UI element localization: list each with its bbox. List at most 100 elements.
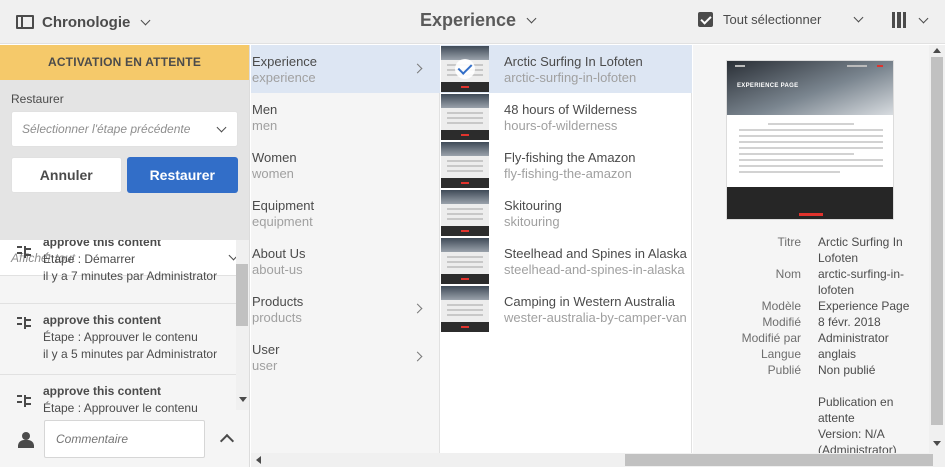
timeline-entry[interactable]: approve this content Étape : Approuver l… [0,305,236,375]
item-name: equipment [252,214,313,229]
timeline-scrollbar[interactable] [236,240,249,410]
timeline-list: approve this content Étape : Démarrer il… [0,240,236,425]
item-title: Men [252,102,278,117]
scroll-down-arrow-icon[interactable] [239,397,247,402]
cancel-button[interactable]: Annuler [11,157,122,193]
page-thumbnail[interactable] [441,94,489,140]
property-label: Modèle [761,299,801,313]
property-value: arctic-surfing-in-lofoten [818,267,905,297]
preview-scrollbar[interactable] [929,45,945,453]
item-title: Steelhead and Spines in Alaska [504,246,687,261]
column-item-equipment[interactable]: Equipment equipment [251,189,440,237]
item-title: Skitouring [504,198,562,213]
column-item-experience[interactable]: Experience experience [251,45,440,93]
top-toolbar: Chronologie Experience Tout sélectionner [0,0,945,44]
property-label: Modifié [762,315,801,329]
item-name: fly-fishing-the-amazon [504,166,632,181]
chevron-down-icon[interactable] [853,12,864,23]
item-name: men [252,118,278,133]
column-item-page[interactable]: Camping in Western Australia wester-aust… [441,285,692,333]
item-name: steelhead-and-spines-in-alaska [504,262,685,277]
column-item-page[interactable]: 48 hours of Wilderness hours-of-wilderne… [441,93,692,141]
workflow-icon [17,246,34,260]
preview-panel: EXPERIENCE PAGE Titre Arctic Surfing In … [693,45,929,457]
column-item-page[interactable]: Arctic Surfing In Lofoten arctic-surfing… [441,45,692,93]
scrollbar-thumb[interactable] [236,264,248,326]
scroll-left-arrow-icon[interactable] [256,456,261,464]
timeline-entry-title: approve this content [43,313,162,327]
column-item-women[interactable]: Women women [251,141,440,189]
chevron-up-icon[interactable] [219,433,235,449]
scrollbar-thumb[interactable] [625,454,933,466]
column-item-about-us[interactable]: About Us about-us [251,237,440,285]
breadcrumb-selector[interactable]: Experience [420,10,537,31]
chevron-down-icon [918,13,929,23]
scroll-up-arrow-icon[interactable] [933,48,941,53]
column-item-page[interactable]: Skitouring skitouring [441,189,692,237]
timeline-entry-step: Étape : Démarrer [43,252,136,266]
page-thumbnail[interactable] [441,190,489,236]
preview-hero-title: EXPERIENCE PAGE [737,83,799,89]
scrollbar-thumb[interactable] [931,57,943,425]
column-item-page[interactable]: Fly-fishing the Amazon fly-fishing-the-a… [441,141,692,189]
select-all-label: Tout sélectionner [723,12,822,27]
column-item-user[interactable]: User user [251,333,440,381]
timeline-entry-meta: il y a 5 minutes par Administrator [43,347,218,361]
column-root: Experience experience Men men Women wome… [251,45,440,453]
item-title: Fly-fishing the Amazon [504,150,636,165]
item-name: products [252,310,302,325]
chevron-down-icon [526,13,537,24]
rail-selector-label: Chronologie [42,13,131,31]
comment-input[interactable] [44,420,205,458]
item-title: Camping in Western Australia [504,294,676,309]
column-item-men[interactable]: Men men [251,93,440,141]
scroll-down-arrow-icon[interactable] [933,441,941,446]
timeline-entry[interactable]: approve this content Étape : Démarrer il… [0,240,236,304]
item-name: arctic-surfing-in-lofoten [504,70,637,85]
restore-panel: Restaurer Sélectionner l'étape précédent… [0,80,249,240]
page-thumbnail[interactable] [441,46,489,92]
item-name: experience [252,70,316,85]
column-item-products[interactable]: Products products [251,285,440,333]
page-thumbnail[interactable] [441,238,489,284]
property-value: anglais [818,347,857,361]
page-thumbnail[interactable] [441,286,489,332]
item-title: Arctic Surfing In Lofoten [504,54,643,69]
item-name: women [252,166,294,181]
property-value: Experience Page [818,299,910,313]
horizontal-scrollbar[interactable] [251,453,945,467]
timeline-entry-title: approve this content [43,384,162,398]
view-switcher[interactable] [892,12,929,28]
previous-step-select[interactable]: Sélectionner l'étape précédente [11,111,238,147]
timeline-entry-step: Étape : Approuver le contenu [43,330,198,344]
property-value: Arctic Surfing In Lofoten [818,235,903,265]
user-icon [18,432,34,448]
property-label: Nom [775,267,801,281]
timeline-rail: ACTIVATION EN ATTENTE Restaurer Sélectio… [0,45,250,467]
property-value: 8 févr. 2018 [818,315,881,329]
status-banner: ACTIVATION EN ATTENTE [0,45,249,80]
restore-label: Restaurer [11,92,64,106]
item-title: Women [252,150,297,165]
item-name: about-us [252,262,303,277]
column-item-page[interactable]: Steelhead and Spines in Alaska steelhead… [441,237,692,285]
item-name: skitouring [504,214,560,229]
property-value: Administrator [818,331,889,345]
item-title: Equipment [252,198,315,213]
item-title: About Us [252,246,306,261]
column-experience: Arctic Surfing In Lofoten arctic-surfing… [441,45,692,453]
restore-button[interactable]: Restaurer [126,157,238,193]
property-value: Non publié [818,363,876,377]
checkmark-icon[interactable] [455,59,475,79]
page-thumbnail[interactable] [441,142,489,188]
comment-bar [0,415,249,467]
chevron-down-icon [140,15,151,25]
previous-step-placeholder: Sélectionner l'étape précédente [22,122,191,136]
property-label: Langue [760,347,801,361]
item-name: hours-of-wilderness [504,118,618,133]
item-name: wester-australia-by-camper-van [504,310,687,325]
select-all-button[interactable]: Tout sélectionner [698,12,864,27]
page-preview-image: EXPERIENCE PAGE [726,60,894,220]
rail-selector[interactable]: Chronologie [16,11,151,33]
property-label: Publié [767,363,801,377]
